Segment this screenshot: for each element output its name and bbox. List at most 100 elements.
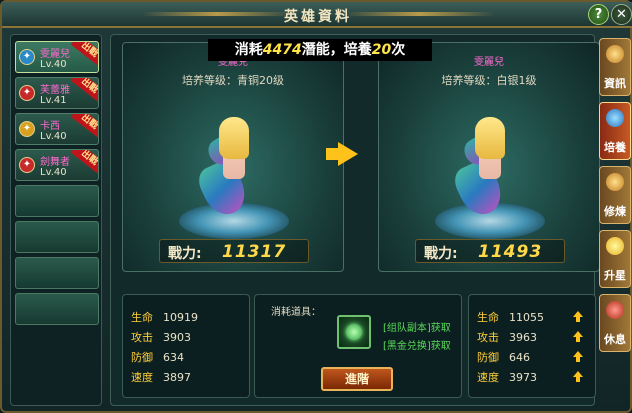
help-button[interactable]: ? xyxy=(588,4,609,25)
power-label: 戰力: xyxy=(168,246,202,262)
potion-icon xyxy=(606,109,624,127)
consume-item-slot[interactable] xyxy=(337,315,371,349)
next-hero-card: 雯麗兒 培养等级：白银1级 戰力: 11493 xyxy=(378,42,600,272)
stat-value: 10919 xyxy=(163,311,198,324)
stat-label: 速度 xyxy=(131,371,153,384)
get-from-team-dungeon-link[interactable]: [组队副本]获取 xyxy=(383,319,451,334)
hero-level: Lv.40 xyxy=(40,131,67,142)
consume-label: 消耗道具： xyxy=(271,307,321,318)
hero-item-3[interactable]: ✦ 卡西 Lv.40 出戰 xyxy=(15,113,99,145)
hero-slot-empty[interactable] xyxy=(15,293,99,325)
hero-info-window: 英雄資料 ? ✕ ✦ 雯麗兒 Lv.40 出戰 ✦ 芙蕾雅 Lv.41 出戰 ✦… xyxy=(0,0,632,413)
upgrade-arrow-icon xyxy=(338,142,358,166)
cost-middle: 潛能，培養 xyxy=(301,42,372,58)
grade-label: 培养等级： xyxy=(441,74,497,87)
hero-name: 劍舞者 xyxy=(40,157,70,168)
stat-up-arrow-icon xyxy=(573,351,583,362)
battle-power: 戰力: 11493 xyxy=(415,239,565,263)
stat-attack: 攻击 3903 xyxy=(131,329,191,345)
hero-list: ✦ 雯麗兒 Lv.40 出戰 ✦ 芙蕾雅 Lv.41 出戰 ✦ 卡西 Lv.40… xyxy=(10,34,102,406)
hero-element-icon: ✦ xyxy=(19,49,35,65)
stat-label: 生命 xyxy=(131,311,153,324)
hero-level: Lv.40 xyxy=(40,167,67,178)
hero-item-2[interactable]: ✦ 芙蕾雅 Lv.41 出戰 xyxy=(15,77,99,109)
stat-up-arrow-icon xyxy=(573,371,583,382)
get-from-exchange-link[interactable]: [黑金兑换]获取 xyxy=(383,337,451,352)
power-value: 11317 xyxy=(222,242,287,262)
scroll-icon xyxy=(606,173,624,191)
stat-value: 634 xyxy=(163,351,184,364)
stat-value: 11055 xyxy=(509,311,544,324)
stat-defense: 防御 646 xyxy=(477,349,530,365)
close-button[interactable]: ✕ xyxy=(611,4,632,25)
battle-power: 戰力: 11317 xyxy=(159,239,309,263)
stat-label: 攻击 xyxy=(131,331,153,344)
chest-icon xyxy=(606,301,624,319)
stat-up-arrow-icon xyxy=(573,331,583,342)
grade-value: 白银1级 xyxy=(496,74,537,87)
hero-name: 芙蕾雅 xyxy=(40,85,70,96)
current-hero-card: 雯麗兒 培养等级：青铜20级 戰力: 11317 xyxy=(122,42,344,272)
battle-badge: 出戰 xyxy=(70,78,98,103)
cost-prefix: 消耗 xyxy=(234,42,263,58)
battle-badge: 出戰 xyxy=(70,150,98,175)
stat-value: 3903 xyxy=(163,331,191,344)
hero-slot-empty[interactable] xyxy=(15,221,99,253)
hero-element-icon: ✦ xyxy=(19,157,35,173)
tab-label: 修煉 xyxy=(604,205,626,218)
hero-level: Lv.41 xyxy=(40,95,67,106)
power-label: 戰力: xyxy=(424,246,458,262)
grade-label: 培养等级： xyxy=(182,74,237,87)
stat-value: 3963 xyxy=(509,331,537,344)
stat-hp: 生命 11055 xyxy=(477,309,544,325)
tab-rest[interactable]: 休息 xyxy=(599,294,631,352)
hero-card-grade: 培养等级：青铜20级 xyxy=(123,72,343,88)
book-icon xyxy=(606,45,624,63)
stat-speed: 速度 3973 xyxy=(477,369,537,385)
stat-speed: 速度 3897 xyxy=(131,369,191,385)
stat-attack: 攻击 3963 xyxy=(477,329,537,345)
cost-times: 20 xyxy=(371,42,392,58)
tab-cultivate[interactable]: 培養 xyxy=(599,102,631,160)
stat-label: 防御 xyxy=(477,351,499,364)
cost-banner: 消耗4474潛能，培養20次 xyxy=(208,39,432,61)
star-icon xyxy=(606,237,624,255)
hero-slot-empty[interactable] xyxy=(15,185,99,217)
hero-name: 卡西 xyxy=(40,121,60,132)
cost-suffix: 次 xyxy=(391,42,406,58)
battle-badge: 出戰 xyxy=(70,42,98,67)
stat-value: 3897 xyxy=(163,371,191,384)
hero-element-icon: ✦ xyxy=(19,85,35,101)
current-stats: 生命 10919 攻击 3903 防御 634 速度 3897 xyxy=(122,294,250,398)
tab-label: 升星 xyxy=(604,269,626,282)
hero-card-grade: 培养等级：白银1级 xyxy=(379,72,599,88)
stat-label: 防御 xyxy=(131,351,153,364)
hero-item-4[interactable]: ✦ 劍舞者 Lv.40 出戰 xyxy=(15,149,99,181)
window-title: 英雄資料 xyxy=(284,9,352,25)
stat-label: 攻击 xyxy=(477,331,499,344)
stat-value: 3973 xyxy=(509,371,537,384)
next-stats: 生命 11055 攻击 3963 防御 646 速度 3973 xyxy=(468,294,596,398)
stat-hp: 生命 10919 xyxy=(131,309,198,325)
tab-star-up[interactable]: 升星 xyxy=(599,230,631,288)
tab-train[interactable]: 修煉 xyxy=(599,166,631,224)
stat-label: 速度 xyxy=(477,371,499,384)
hero-item-1[interactable]: ✦ 雯麗兒 Lv.40 出戰 xyxy=(15,41,99,73)
cost-amount: 4474 xyxy=(262,42,302,58)
stat-up-arrow-icon xyxy=(573,311,583,322)
battle-badge: 出戰 xyxy=(70,114,98,139)
tab-label: 資訊 xyxy=(604,77,626,90)
hero-element-icon: ✦ xyxy=(19,121,35,137)
tab-info[interactable]: 資訊 xyxy=(599,38,631,96)
advance-button[interactable]: 進階 xyxy=(321,367,393,391)
stat-label: 生命 xyxy=(477,311,499,324)
hero-name: 雯麗兒 xyxy=(40,49,70,60)
grade-value: 青铜20级 xyxy=(237,74,284,87)
hero-slot-empty[interactable] xyxy=(15,257,99,289)
power-value: 11493 xyxy=(478,242,543,262)
stat-defense: 防御 634 xyxy=(131,349,184,365)
consume-panel: 消耗道具： [组队副本]获取 [黑金兑换]获取 進階 xyxy=(254,294,462,398)
hero-portrait-hair xyxy=(475,117,505,159)
hero-level: Lv.40 xyxy=(40,59,67,70)
gem-icon xyxy=(346,324,362,340)
